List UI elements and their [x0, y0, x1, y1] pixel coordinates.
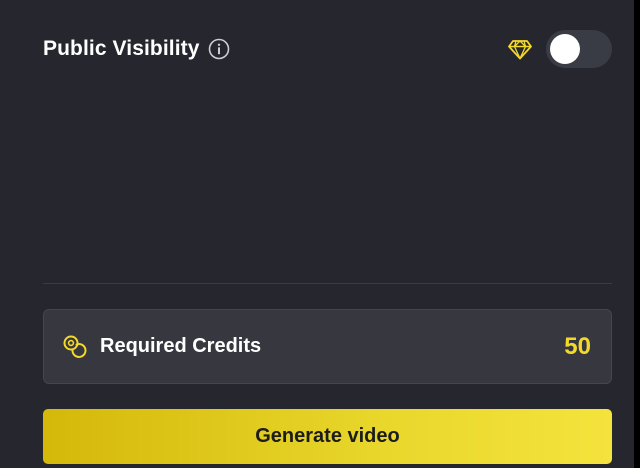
toggle-knob: [550, 34, 580, 64]
public-visibility-label: Public Visibility: [43, 37, 200, 60]
required-credits-box: Required Credits 50: [43, 309, 612, 384]
public-visibility-row: Public Visibility: [43, 30, 612, 68]
diamond-icon: [508, 37, 532, 61]
public-visibility-toggle[interactable]: [546, 30, 612, 68]
coins-icon: [62, 334, 88, 360]
info-icon[interactable]: [208, 38, 230, 60]
required-credits-label: Required Credits: [100, 335, 262, 357]
settings-panel: Public Visibility Required Credits 50 Ge…: [0, 0, 640, 468]
required-credits-value: 50: [564, 332, 591, 360]
generate-video-button[interactable]: Generate video: [43, 409, 612, 464]
window-edge: [634, 0, 640, 468]
section-divider: [43, 283, 612, 284]
